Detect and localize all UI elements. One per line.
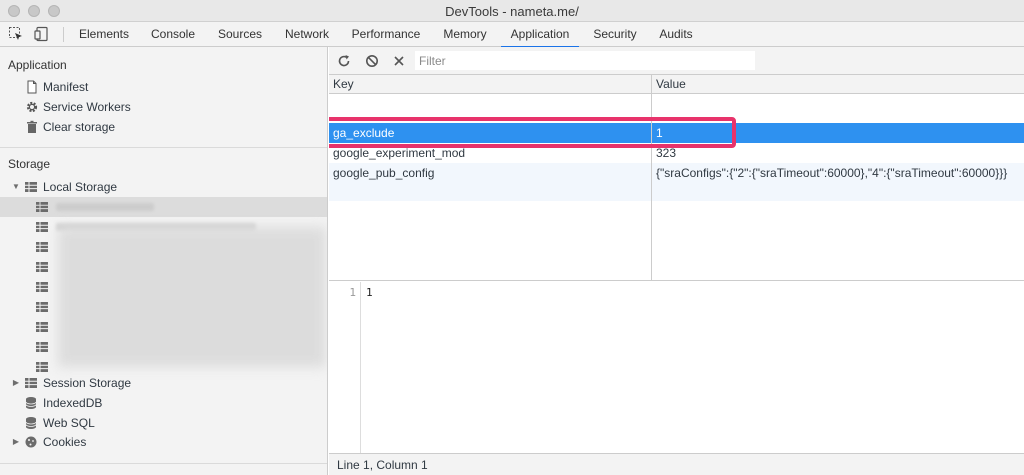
block-icon[interactable] (364, 53, 380, 69)
tab-application[interactable]: Application (501, 22, 579, 48)
table-icon (36, 222, 48, 232)
trash-icon (27, 120, 37, 133)
column-divider[interactable] (651, 75, 652, 280)
sidebar-item-service-workers[interactable]: Service Workers (0, 97, 327, 117)
table-icon (25, 378, 37, 388)
sidebar-item-label: Session Storage (43, 376, 132, 390)
column-header-key[interactable]: Key (329, 75, 651, 94)
value-preview-text[interactable]: 1 (366, 286, 373, 299)
sidebar-item-label: Cookies (43, 435, 87, 449)
expanded-arrow-icon[interactable]: ▼ (11, 177, 21, 197)
tab-application-label: Application (510, 27, 570, 41)
storage-table: Key Value ga_exclude 1 google_experiment… (329, 75, 1024, 281)
redacted-origin (56, 203, 154, 211)
collapsed-arrow-icon[interactable]: ▶ (11, 373, 21, 393)
tab-performance[interactable]: Performance (344, 22, 428, 47)
sidebar-item-clear-storage[interactable]: Clear storage (0, 117, 327, 137)
gear-icon (26, 101, 38, 113)
table-icon (25, 182, 37, 192)
sidebar-item-cookies[interactable]: ▶ Cookies (0, 432, 327, 452)
tab-elements[interactable]: Elements (72, 22, 136, 47)
sidebar-item-label: Web SQL (43, 416, 95, 430)
tab-security[interactable]: Security (586, 22, 644, 47)
window-title: DevTools - nameta.me/ (445, 4, 579, 19)
close-icon[interactable] (391, 53, 407, 69)
sidebar-item-label: Manifest (43, 80, 89, 94)
tab-audits[interactable]: Audits (650, 22, 702, 47)
sidebar-item-label: Local Storage (43, 180, 118, 194)
table-icon (36, 282, 48, 292)
key-cell[interactable]: google_pub_config (329, 163, 651, 183)
cookie-icon (25, 436, 37, 448)
panel-tab-bar: Elements Console Sources Network Perform… (0, 22, 1024, 48)
sidebar-item-session-storage[interactable]: ▶ Session Storage (0, 373, 327, 393)
sidebar-item-label: Service Workers (43, 100, 131, 114)
table-icon (36, 202, 48, 212)
application-sidebar: Application Manifest Service Workers Cle… (0, 47, 328, 475)
table-icon (36, 302, 48, 312)
section-divider (0, 463, 327, 464)
highlight-annotation (329, 117, 736, 148)
device-toolbar-icon[interactable] (34, 26, 50, 42)
table-icon (36, 262, 48, 272)
storage-toolbar (329, 47, 1024, 75)
table-icon (36, 342, 48, 352)
sidebar-item-indexeddb[interactable]: IndexedDB (0, 393, 327, 413)
inspect-element-icon[interactable] (8, 26, 24, 42)
local-storage-panel: Key Value ga_exclude 1 google_experiment… (329, 47, 1024, 475)
value-cell[interactable]: {"sraConfigs":{"2":{"sraTimeout":60000},… (652, 163, 1024, 183)
table-icon (36, 362, 48, 372)
sidebar-item-label: IndexedDB (43, 396, 103, 410)
table-header: Key Value (329, 75, 1024, 94)
sidebar-item-local-storage[interactable]: ▼ Local Storage (0, 177, 327, 197)
database-icon (25, 397, 37, 409)
refresh-icon[interactable] (336, 53, 352, 69)
tab-separator (63, 27, 64, 42)
tab-sources[interactable]: Sources (210, 22, 270, 47)
database-icon (25, 417, 37, 429)
line-gutter: 1 (329, 282, 361, 453)
sidebar-item-websql[interactable]: Web SQL (0, 413, 327, 433)
tab-console[interactable]: Console (143, 22, 203, 47)
tab-memory[interactable]: Memory (435, 22, 495, 47)
table-icon (36, 322, 48, 332)
line-number: 1 (349, 286, 356, 299)
sidebar-item-origin[interactable] (0, 197, 327, 217)
section-divider (0, 147, 327, 148)
application-section-title: Application (8, 58, 67, 72)
storage-section-title: Storage (8, 157, 51, 171)
table-icon (36, 242, 48, 252)
table-row[interactable]: google_pub_config {"sraConfigs":{"2":{"s… (329, 163, 1024, 183)
column-header-value[interactable]: Value (652, 75, 1024, 94)
value-preview-editor[interactable]: 1 1 (329, 282, 1024, 453)
redacted-region (58, 227, 326, 367)
collapsed-arrow-icon[interactable]: ▶ (11, 432, 21, 452)
window-titlebar: DevTools - nameta.me/ (0, 0, 1024, 22)
filter-input[interactable] (415, 51, 755, 70)
cursor-position: Line 1, Column 1 (337, 458, 428, 472)
empty-row (329, 183, 1024, 201)
document-icon (27, 80, 37, 94)
sidebar-item-label: Clear storage (43, 120, 116, 134)
sidebar-item-manifest[interactable]: Manifest (0, 77, 327, 97)
tab-network[interactable]: Network (277, 22, 337, 47)
editor-status-bar: Line 1, Column 1 (329, 453, 1024, 475)
